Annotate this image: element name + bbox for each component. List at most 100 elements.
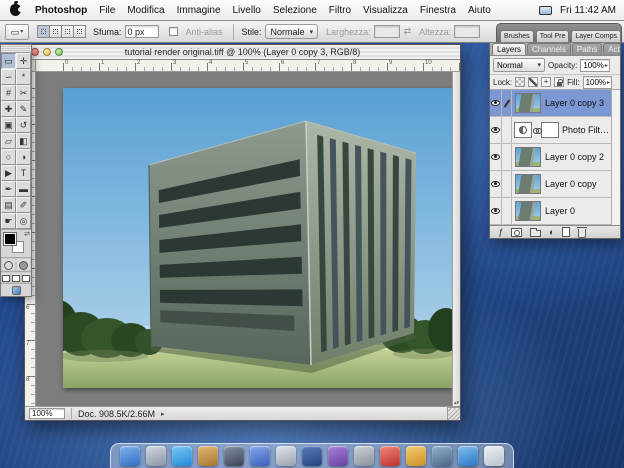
imageready-button[interactable] — [12, 286, 21, 295]
menu-clock[interactable]: Fri 11:42 AM — [560, 5, 616, 16]
quick-mask-mode-button[interactable] — [16, 258, 31, 271]
stepper-arrow-icon[interactable]: ▸ — [605, 62, 608, 69]
height-input[interactable] — [454, 25, 480, 38]
visibility-toggle[interactable] — [490, 144, 502, 171]
lock-all-icon[interactable] — [554, 77, 564, 87]
shape-tool[interactable]: ▬ — [16, 181, 31, 197]
tab-tool-presets[interactable]: Tool Pre — [536, 30, 570, 42]
document-titlebar[interactable]: tutorial render original.tiff @ 100% (La… — [25, 45, 460, 60]
healing-brush-tool[interactable]: ✚ — [1, 101, 16, 117]
layer-thumbnail[interactable] — [515, 147, 541, 167]
lock-position-icon[interactable]: + — [541, 77, 551, 87]
menu-aiuto[interactable]: Aiuto — [462, 5, 497, 16]
blend-mode-dropdown[interactable]: Normal ▾ — [493, 58, 545, 72]
canvas-image[interactable] — [63, 88, 452, 388]
apple-menu-icon[interactable] — [10, 4, 21, 16]
layer-mask-thumbnail[interactable] — [541, 122, 559, 138]
finder-icon[interactable] — [120, 446, 140, 466]
type-tool[interactable]: T — [16, 165, 31, 181]
menu-visualizza[interactable]: Visualizza — [357, 5, 414, 16]
menu-modifica[interactable]: Modifica — [121, 5, 170, 16]
fullscreen-button[interactable] — [21, 272, 31, 283]
dock-app-13-icon[interactable] — [432, 446, 452, 466]
clone-stamp-tool[interactable]: ▣ — [1, 117, 16, 133]
layer-row-layer-0-copy-2[interactable]: Layer 0 copy 2 — [490, 144, 620, 171]
resize-grip[interactable] — [447, 407, 460, 420]
fullscreen-menubar-button[interactable] — [11, 272, 21, 283]
swap-colors-icon[interactable]: ⇄ — [24, 231, 30, 238]
menu-selezione[interactable]: Selezione — [267, 5, 323, 16]
layer-name[interactable]: Layer 0 copy 2 — [545, 152, 604, 162]
dock-app-7-icon[interactable] — [276, 446, 296, 466]
new-adjustment-layer-icon[interactable]: ◐ — [549, 227, 554, 237]
crop-tool[interactable]: # — [1, 85, 16, 101]
visibility-toggle[interactable] — [490, 90, 502, 117]
dock-app-9-icon[interactable] — [328, 446, 348, 466]
menu-filtro[interactable]: Filtro — [323, 5, 357, 16]
vertical-scrollbar[interactable]: ▴▾ — [452, 72, 460, 406]
layer-row-layer-0-copy[interactable]: Layer 0 copy — [490, 171, 620, 198]
zoom-tool[interactable]: ◎ — [16, 213, 31, 229]
dock-app-12-icon[interactable] — [406, 446, 426, 466]
visibility-toggle[interactable] — [490, 171, 502, 198]
menu-photoshop[interactable]: Photoshop — [29, 5, 93, 16]
move-tool[interactable]: ✛ — [16, 53, 31, 69]
layer-row-layer-0-copy-3[interactable]: Layer 0 copy 3 — [490, 90, 620, 117]
stepper-arrow-icon[interactable]: ▸ — [607, 79, 610, 86]
layer-row-photo-filter[interactable]: Photo Filte... — [490, 117, 620, 144]
rectangular-marquee-tool[interactable]: ▭ — [1, 53, 16, 69]
standard-mode-button[interactable] — [1, 258, 16, 271]
status-menu-arrow-icon[interactable]: ▸ — [161, 410, 165, 418]
delete-layer-icon[interactable] — [578, 229, 586, 238]
layer-thumbnail[interactable] — [515, 201, 541, 221]
magic-wand-tool[interactable]: * — [16, 69, 31, 85]
menu-immagine[interactable]: Immagine — [171, 5, 227, 16]
eraser-tool[interactable]: ▱ — [1, 133, 16, 149]
dock-app-14-icon[interactable] — [458, 446, 478, 466]
layer-name[interactable]: Layer 0 — [545, 206, 575, 216]
layer-thumbnail[interactable] — [515, 174, 541, 194]
dock-app-4-icon[interactable] — [198, 446, 218, 466]
eyedropper-tool[interactable]: ✐ — [16, 197, 31, 213]
layer-style-icon[interactable]: ƒ — [498, 227, 503, 237]
menu-file[interactable]: File — [93, 5, 121, 16]
lock-image-icon[interactable] — [528, 77, 538, 87]
new-layer-set-icon[interactable] — [530, 230, 541, 237]
dock-app-3-icon[interactable] — [172, 446, 192, 466]
tool-preset-picker[interactable]: ▭ ▾ — [5, 24, 29, 40]
horizontal-ruler[interactable]: 012345678910 — [36, 60, 460, 71]
slice-tool[interactable]: ✂ — [16, 85, 31, 101]
layer-row-layer-0[interactable]: Layer 0 — [490, 198, 620, 225]
visibility-toggle[interactable] — [490, 198, 502, 225]
dock-app-6-icon[interactable] — [250, 446, 270, 466]
layers-scrollbar[interactable] — [611, 90, 620, 225]
trash-icon[interactable] — [484, 446, 504, 466]
close-button[interactable] — [31, 48, 39, 56]
minimize-button[interactable] — [43, 48, 51, 56]
standard-screen-button[interactable] — [1, 272, 11, 283]
blur-tool[interactable]: ○ — [1, 149, 16, 165]
dodge-tool[interactable]: ◑ — [16, 149, 31, 165]
gradient-tool[interactable]: ◧ — [16, 133, 31, 149]
pen-tool[interactable]: ✒ — [1, 181, 16, 197]
tab-channels[interactable]: Channels — [527, 43, 571, 55]
swap-dimensions-icon[interactable]: ⇄ — [404, 26, 412, 37]
displays-menu-icon[interactable] — [539, 6, 552, 15]
tab-layer-comps[interactable]: Layer Comps — [571, 30, 621, 42]
tool-palette-titlebar[interactable] — [1, 45, 31, 53]
visibility-toggle[interactable] — [490, 117, 502, 144]
layer-name[interactable]: Layer 0 copy — [545, 179, 597, 189]
dock-app-10-icon[interactable] — [354, 446, 374, 466]
tab-actions[interactable]: Actions — [603, 43, 620, 55]
opacity-input[interactable]: 100% ▸ — [580, 59, 609, 72]
history-brush-tool[interactable]: ↺ — [16, 117, 31, 133]
tab-brushes[interactable]: Brushes — [500, 30, 534, 42]
layer-name[interactable]: Photo Filte... — [562, 125, 610, 135]
path-selection-tool[interactable]: ▶ — [1, 165, 16, 181]
add-layer-mask-icon[interactable] — [511, 228, 522, 237]
brush-tool[interactable]: ✎ — [16, 101, 31, 117]
adjustment-layer-thumbnail[interactable] — [514, 122, 532, 138]
fill-input[interactable]: 100% ▸ — [583, 76, 612, 89]
tab-paths[interactable]: Paths — [572, 43, 602, 55]
layer-thumbnail[interactable] — [515, 93, 541, 113]
